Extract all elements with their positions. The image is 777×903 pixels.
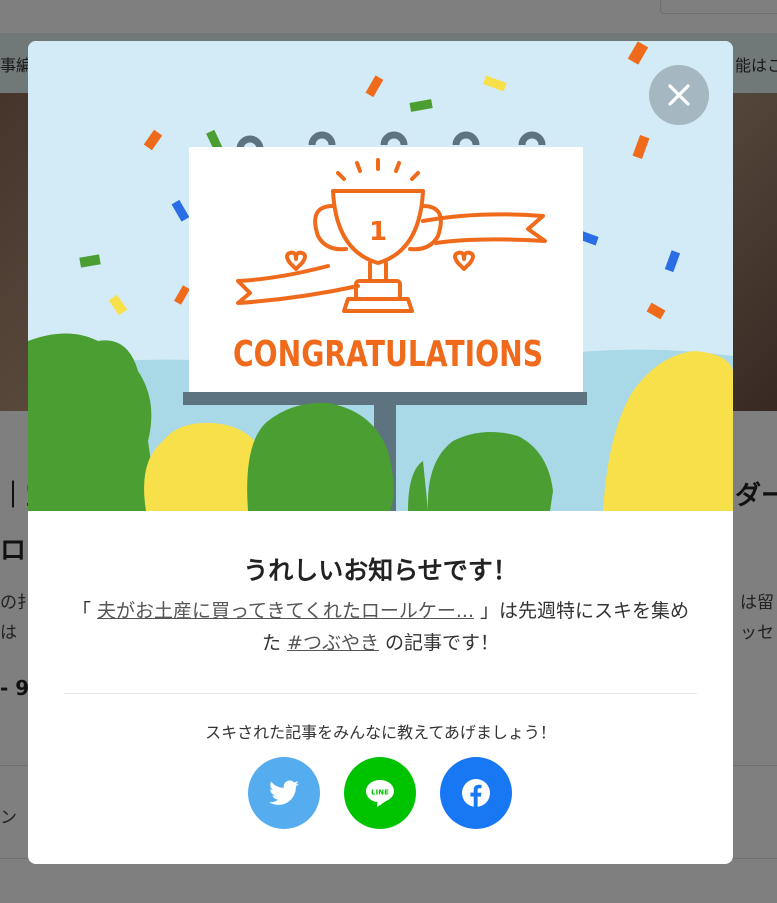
congratulations-illustration: 1 CONGRATULATIONS: [28, 41, 733, 511]
twitter-share-button[interactable]: [248, 757, 320, 829]
modal-title: うれしいお知らせです！: [243, 556, 518, 585]
article-link[interactable]: 夫がお土産に買ってきてくれたロールケー...: [97, 600, 474, 622]
line-icon: LINE: [366, 780, 394, 807]
close-icon: [668, 84, 690, 106]
line-label: LINE: [371, 789, 389, 797]
line-share-button[interactable]: LINE: [344, 757, 416, 829]
congratulations-text: CONGRATULATIONS: [233, 334, 543, 375]
close-button[interactable]: [649, 65, 709, 125]
congratulations-modal: 1 CONGRATULATIONS うれしいお知らせです！ 「 夫がお土産に買っ…: [28, 41, 733, 864]
share-prompt: スキされた記事をみんなに教えてあげましょう！: [205, 723, 556, 742]
twitter-bird-icon: [269, 780, 299, 805]
message-text: 「: [71, 600, 97, 622]
hashtag-link[interactable]: #つぶやき: [287, 632, 379, 654]
divider: [64, 693, 697, 694]
trophy-number: 1: [369, 217, 387, 247]
facebook-f-icon: [462, 779, 490, 807]
facebook-share-button[interactable]: [440, 757, 512, 829]
message-text: の記事です！: [378, 632, 499, 654]
modal-message: 「 夫がお土産に買ってきてくれたロールケー... 」は先週特にスキを集めた #つ…: [68, 595, 693, 659]
